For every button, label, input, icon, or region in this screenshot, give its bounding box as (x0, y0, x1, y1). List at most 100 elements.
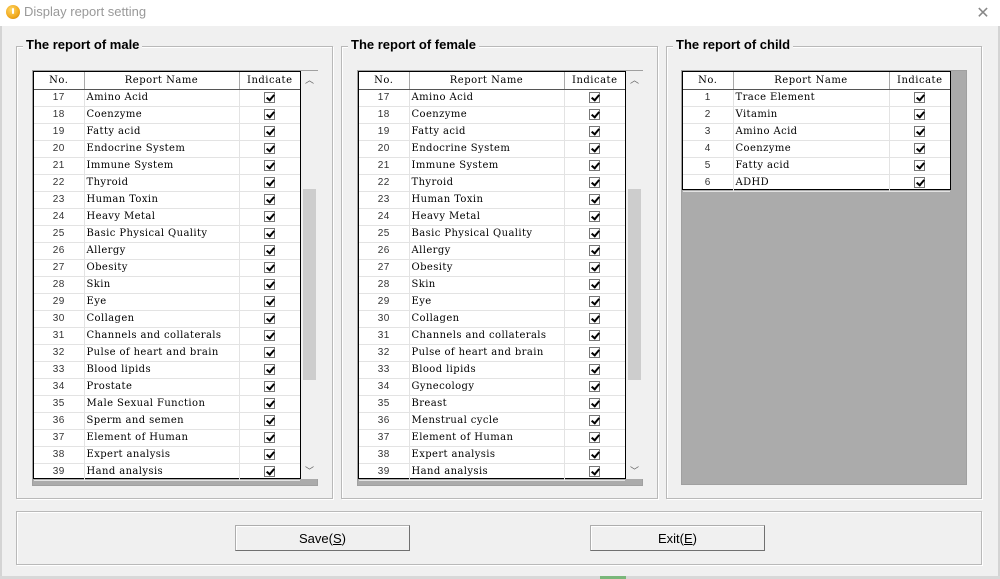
column-header-report-name[interactable]: Report Name (84, 72, 240, 90)
indicate-checkbox[interactable] (264, 364, 276, 375)
table-row[interactable]: 5 Fatty acid (683, 157, 950, 175)
table-row[interactable]: 34 Prostate (34, 378, 300, 396)
indicate-checkbox[interactable] (264, 347, 276, 358)
female-vertical-scrollbar[interactable]: ︿ ﹀ (626, 71, 643, 479)
table-row[interactable]: 19 Fatty acid (34, 123, 300, 141)
table-row[interactable]: 20 Endocrine System (359, 140, 625, 158)
indicate-checkbox[interactable] (264, 160, 276, 171)
table-row[interactable]: 23 Human Toxin (359, 191, 625, 209)
column-header-report-name[interactable]: Report Name (733, 72, 890, 90)
indicate-checkbox[interactable] (589, 381, 601, 392)
table-row[interactable]: 38 Expert analysis (359, 446, 625, 464)
table-row[interactable]: 29 Eye (34, 293, 300, 311)
table-row[interactable]: 22 Thyroid (359, 174, 625, 192)
indicate-checkbox[interactable] (264, 92, 276, 103)
column-header-no[interactable]: No. (683, 72, 734, 90)
close-button[interactable]: ✕ (966, 0, 1000, 26)
table-row[interactable]: 26 Allergy (34, 242, 300, 260)
indicate-checkbox[interactable] (264, 211, 276, 222)
table-row[interactable]: 6 ADHD (683, 174, 950, 192)
column-header-no[interactable]: No. (34, 72, 85, 90)
indicate-checkbox[interactable] (914, 160, 926, 171)
indicate-checkbox[interactable] (589, 313, 601, 324)
indicate-checkbox[interactable] (589, 92, 601, 103)
table-row[interactable]: 20 Endocrine System (34, 140, 300, 158)
indicate-checkbox[interactable] (264, 415, 276, 426)
indicate-checkbox[interactable] (589, 330, 601, 341)
table-row[interactable]: 31 Channels and collaterals (359, 327, 625, 345)
table-row[interactable]: 37 Element of Human (359, 429, 625, 447)
table-row[interactable]: 36 Sperm and semen (34, 412, 300, 430)
table-row[interactable]: 2 Vitamin (683, 106, 950, 124)
indicate-checkbox[interactable] (264, 398, 276, 409)
table-row[interactable]: 21 Immune System (34, 157, 300, 175)
table-row[interactable]: 17 Amino Acid (34, 89, 300, 107)
table-row[interactable]: 37 Element of Human (34, 429, 300, 447)
indicate-checkbox[interactable] (264, 466, 276, 477)
table-row[interactable]: 25 Basic Physical Quality (34, 225, 300, 243)
male-scroll-thumb[interactable] (303, 189, 316, 380)
indicate-checkbox[interactable] (589, 245, 601, 256)
indicate-checkbox[interactable] (589, 432, 601, 443)
indicate-checkbox[interactable] (264, 126, 276, 137)
table-row[interactable]: 17 Amino Acid (359, 89, 625, 107)
table-row[interactable]: 19 Fatty acid (359, 123, 625, 141)
indicate-checkbox[interactable] (589, 449, 601, 460)
male-scroll-up-button[interactable]: ︿ (301, 71, 318, 88)
indicate-checkbox[interactable] (264, 296, 276, 307)
table-row[interactable]: 35 Breast (359, 395, 625, 413)
indicate-checkbox[interactable] (264, 330, 276, 341)
table-row[interactable]: 26 Allergy (359, 242, 625, 260)
indicate-checkbox[interactable] (589, 211, 601, 222)
table-row[interactable]: 25 Basic Physical Quality (359, 225, 625, 243)
indicate-checkbox[interactable] (264, 262, 276, 273)
indicate-checkbox[interactable] (589, 466, 601, 477)
table-row[interactable]: 32 Pulse of heart and brain (359, 344, 625, 362)
table-row[interactable]: 32 Pulse of heart and brain (34, 344, 300, 362)
indicate-checkbox[interactable] (264, 313, 276, 324)
table-row[interactable]: 27 Obesity (34, 259, 300, 277)
table-row[interactable]: 23 Human Toxin (34, 191, 300, 209)
indicate-checkbox[interactable] (264, 109, 276, 120)
male-scroll-track[interactable] (303, 88, 316, 462)
female-scroll-thumb[interactable] (628, 189, 641, 380)
table-row[interactable]: 34 Gynecology (359, 378, 625, 396)
indicate-checkbox[interactable] (914, 143, 926, 154)
table-row[interactable]: 1 Trace Element (683, 89, 950, 107)
indicate-checkbox[interactable] (589, 398, 601, 409)
indicate-checkbox[interactable] (264, 449, 276, 460)
female-scroll-down-button[interactable]: ﹀ (626, 462, 643, 479)
table-row[interactable]: 30 Collagen (359, 310, 625, 328)
indicate-checkbox[interactable] (589, 279, 601, 290)
table-row[interactable]: 24 Heavy Metal (34, 208, 300, 226)
indicate-checkbox[interactable] (589, 126, 601, 137)
indicate-checkbox[interactable] (914, 109, 926, 120)
indicate-checkbox[interactable] (589, 296, 601, 307)
table-row[interactable]: 36 Menstrual cycle (359, 412, 625, 430)
female-scroll-up-button[interactable]: ︿ (626, 71, 643, 88)
table-row[interactable]: 33 Blood lipids (359, 361, 625, 379)
indicate-checkbox[interactable] (589, 347, 601, 358)
column-header-indicate[interactable]: Indicate (239, 72, 300, 90)
table-row[interactable]: 28 Skin (359, 276, 625, 294)
indicate-checkbox[interactable] (264, 177, 276, 188)
save-button[interactable]: Save(S) (235, 525, 410, 551)
indicate-checkbox[interactable] (589, 143, 601, 154)
table-row[interactable]: 29 Eye (359, 293, 625, 311)
column-header-no[interactable]: No. (359, 72, 410, 90)
indicate-checkbox[interactable] (589, 177, 601, 188)
table-row[interactable]: 18 Coenzyme (34, 106, 300, 124)
female-scroll-track[interactable] (628, 88, 641, 462)
male-vertical-scrollbar[interactable]: ︿ ﹀ (301, 71, 318, 479)
column-header-report-name[interactable]: Report Name (409, 72, 565, 90)
table-row[interactable]: 4 Coenzyme (683, 140, 950, 158)
table-row[interactable]: 39 Hand analysis (359, 463, 625, 481)
indicate-checkbox[interactable] (589, 415, 601, 426)
table-row[interactable]: 39 Hand analysis (34, 463, 300, 481)
table-row[interactable]: 27 Obesity (359, 259, 625, 277)
table-row[interactable]: 30 Collagen (34, 310, 300, 328)
male-scroll-down-button[interactable]: ﹀ (301, 462, 318, 479)
column-header-indicate[interactable]: Indicate (564, 72, 625, 90)
indicate-checkbox[interactable] (264, 279, 276, 290)
table-row[interactable]: 33 Blood lipids (34, 361, 300, 379)
